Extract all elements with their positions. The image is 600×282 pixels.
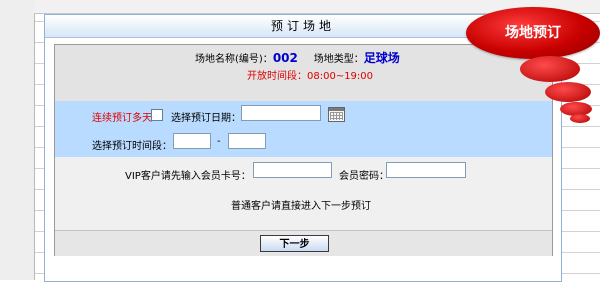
time-start-input[interactable]: [173, 133, 211, 149]
decor-bubble: [520, 56, 580, 82]
booking-badge: 场地预订: [466, 7, 600, 59]
vip-card-input[interactable]: [253, 162, 332, 178]
booking-badge-text: 场地预订: [505, 25, 561, 41]
normal-customer-note: 普通客户请直接进入下一步预订: [231, 201, 371, 212]
booking-form: 场地名称(编号)：002 场地类型：足球场 开放时间段：08:00~19:00 …: [54, 44, 553, 256]
venue-type-value: 足球场: [363, 51, 400, 65]
decor-bubble: [545, 82, 591, 102]
vip-row: VIP客户请先输入会员卡号： 会员密码： 普通客户请直接进入下一步预订: [55, 157, 552, 212]
next-step-button[interactable]: 下一步: [260, 235, 329, 252]
time-separator: -: [217, 136, 221, 147]
date-input[interactable]: [241, 105, 321, 121]
time-label: 选择预订时间段：: [92, 141, 172, 152]
vip-password-label: 会员密码：: [339, 171, 389, 182]
multi-day-label: 连续预订多天: [92, 113, 152, 124]
vip-password-input[interactable]: [386, 162, 466, 178]
button-row: 下一步: [55, 230, 552, 256]
time-end-input[interactable]: [228, 133, 266, 149]
date-label: 选择预订日期：: [171, 113, 241, 124]
venue-name-label: 场地名称(编号)：: [195, 54, 273, 65]
calendar-icon[interactable]: [328, 107, 345, 122]
decor-bubble: [570, 114, 590, 123]
left-frame-bar: [0, 0, 35, 280]
open-hours: 开放时间段：08:00~19:00: [247, 71, 374, 82]
time-row: 选择预订时间段： -: [55, 130, 552, 157]
venue-info-line: 场地名称(编号)：002 场地类型：足球场: [195, 49, 400, 66]
multi-day-checkbox[interactable]: [151, 109, 163, 121]
venue-code: 002: [272, 51, 298, 65]
vip-card-label: VIP客户请先输入会员卡号：: [125, 171, 251, 182]
date-row: 连续预订多天 选择预订日期：: [55, 101, 552, 131]
venue-type-label: 场地类型：: [313, 54, 364, 65]
